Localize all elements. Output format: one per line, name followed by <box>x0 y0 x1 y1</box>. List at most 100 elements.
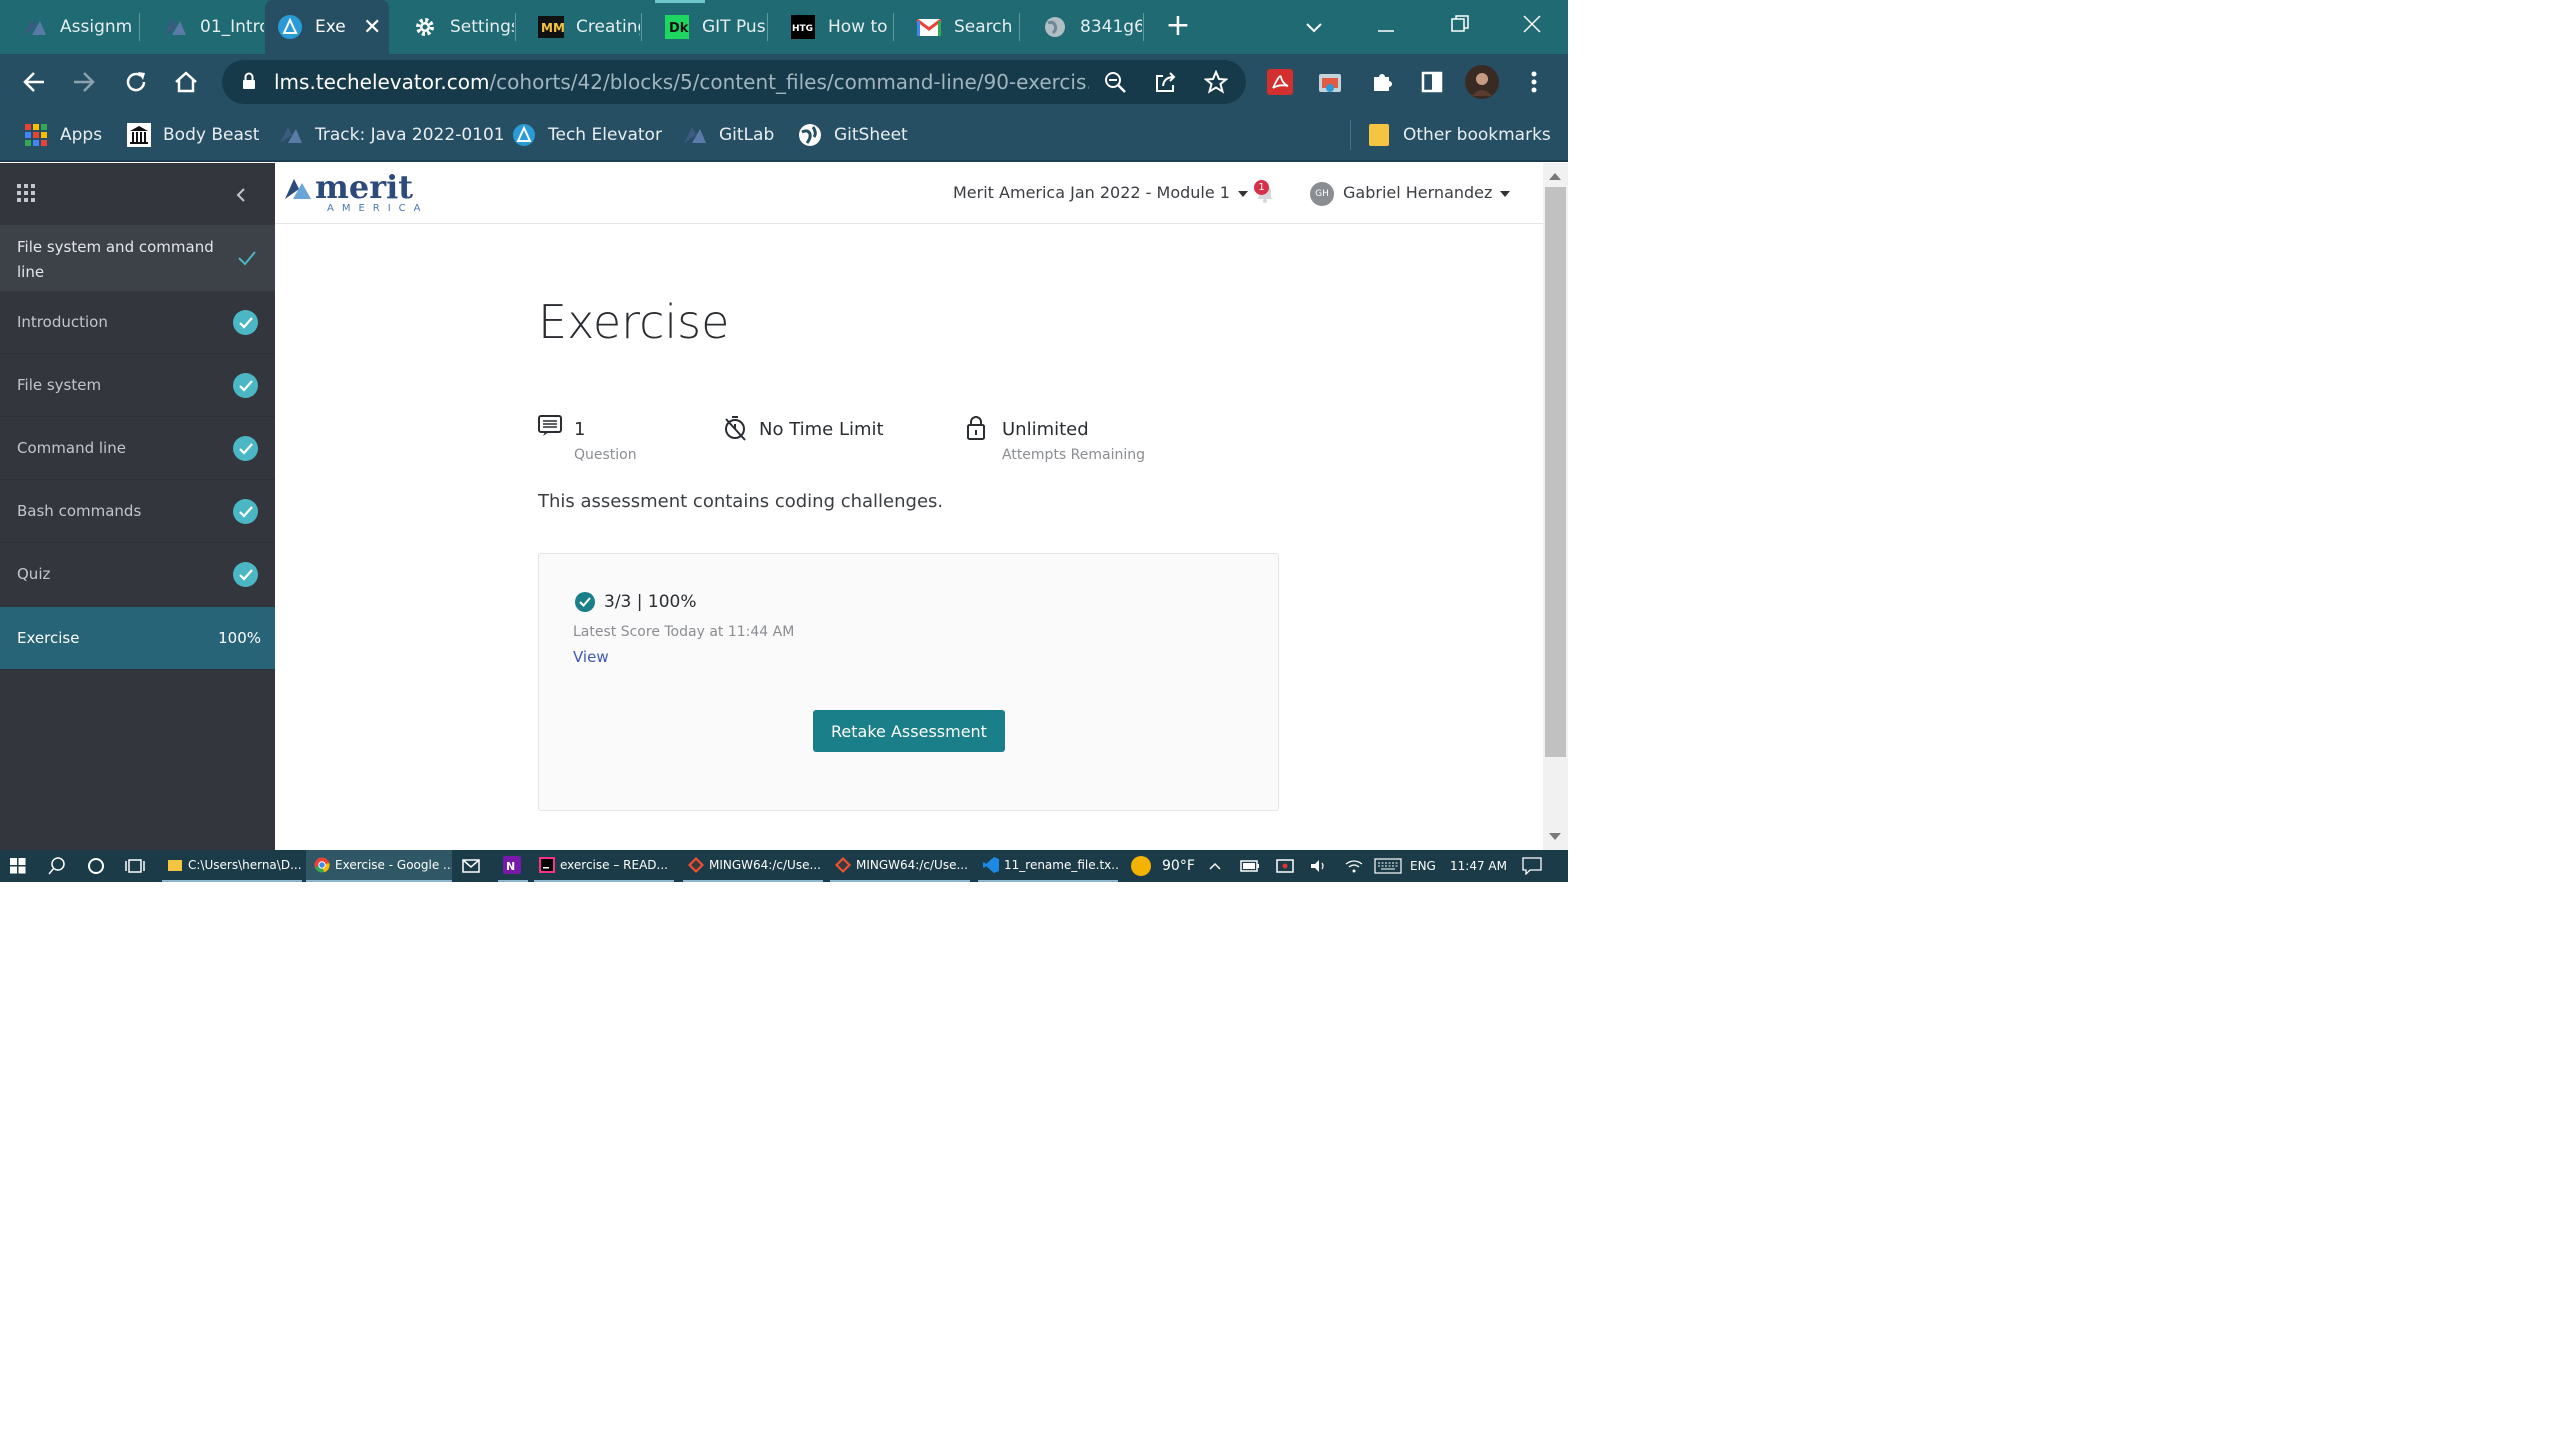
pdf-extension-icon[interactable] <box>1262 64 1298 100</box>
scroll-up-arrow-icon[interactable] <box>1549 173 1561 180</box>
scrollbar-thumb[interactable] <box>1545 187 1566 757</box>
sidebar-item-bash-commands[interactable]: Bash commands <box>0 480 275 543</box>
sidebar-item-command-line[interactable]: Command line <box>0 417 275 480</box>
tech-elevator-circle-icon <box>277 14 303 40</box>
taskbar-app-git-bash-2[interactable]: MINGW64:/c/Use... <box>830 850 970 882</box>
bookmark-label: Other bookmarks <box>1403 125 1551 145</box>
restore-window-icon[interactable] <box>1442 10 1478 42</box>
bookmark-label: GitLab <box>719 125 775 145</box>
new-tab-button[interactable]: + <box>1164 11 1192 41</box>
back-arrow-icon[interactable] <box>16 64 52 100</box>
zoom-icon[interactable] <box>1097 64 1133 100</box>
sidebar-item-introduction[interactable]: Introduction <box>0 291 275 354</box>
user-menu[interactable]: Gabriel Hernandez <box>1343 183 1511 202</box>
bookmark-star-icon[interactable] <box>1198 64 1234 100</box>
tab-intro[interactable]: 01_Intro <box>140 0 264 54</box>
taskbar-app-git-bash-1[interactable]: MINGW64:/c/Use... <box>683 850 823 882</box>
collapse-sidebar-chevron-icon[interactable] <box>236 187 246 206</box>
taskbar-app-explorer[interactable]: C:\Users\herna\D... <box>162 850 302 882</box>
bookmark-gitlab[interactable]: GitLab <box>683 121 774 149</box>
extensions-puzzle-icon[interactable] <box>1364 64 1400 100</box>
tab-creating[interactable]: MM Creating <box>516 0 640 54</box>
task-view-icon[interactable] <box>125 850 145 882</box>
question-list-icon <box>538 415 562 441</box>
browser-menu-icon[interactable] <box>1516 64 1552 100</box>
forward-arrow-icon[interactable] <box>66 64 102 100</box>
reload-icon[interactable] <box>118 64 154 100</box>
onenote-icon[interactable]: N <box>498 850 528 882</box>
scroll-down-arrow-icon[interactable] <box>1549 833 1561 840</box>
volume-icon[interactable] <box>1310 850 1328 882</box>
mm-logo-icon: MM <box>538 14 564 40</box>
tech-elevator-circle-icon <box>512 123 536 147</box>
cortana-icon[interactable] <box>87 850 105 882</box>
weather-widget[interactable]: 90°F <box>1130 850 1195 882</box>
grid-menu-icon[interactable] <box>17 184 35 206</box>
sidebar-item-label: Bash commands <box>17 502 142 520</box>
bookmark-apps[interactable]: Apps <box>24 121 102 149</box>
attempts-value: Unlimited <box>1002 419 1089 440</box>
address-bar[interactable]: lms.techelevator.com/cohorts/42/blocks/5… <box>222 60 1246 104</box>
tab-search[interactable]: Search <box>894 0 1018 54</box>
bookmark-track-java[interactable]: Track: Java 2022-0101 <box>279 121 505 149</box>
tab-divider <box>1143 13 1144 41</box>
taskbar-app-vscode[interactable]: 11_rename_file.tx... <box>978 850 1118 882</box>
close-tab-icon[interactable]: ✕ <box>363 15 381 40</box>
user-avatar[interactable]: GH <box>1310 182 1334 206</box>
sidebar-section-title[interactable]: File system and command line <box>0 225 275 291</box>
search-icon[interactable] <box>48 850 66 882</box>
side-panel-icon[interactable] <box>1414 64 1450 100</box>
google-drive-extension-icon[interactable] <box>1312 64 1348 100</box>
home-icon[interactable] <box>168 64 204 100</box>
taskbar-app-intellij[interactable]: exercise – READ... <box>534 850 674 882</box>
taskbar-app-label: MINGW64:/c/Use... <box>709 858 821 872</box>
view-submission-link[interactable]: View <box>573 648 609 666</box>
input-language[interactable]: ENG <box>1410 850 1436 882</box>
taskbar-app-chrome[interactable]: Exercise - Google ... <box>306 850 452 882</box>
complete-check-icon <box>233 373 258 398</box>
section-title-label: File system and command line <box>17 238 214 281</box>
sidebar-item-quiz[interactable]: Quiz <box>0 543 275 606</box>
minimize-window-icon[interactable] <box>1368 10 1404 42</box>
success-check-icon <box>575 592 595 612</box>
taskbar-app-label: exercise – READ... <box>560 858 668 872</box>
tab-settings[interactable]: Settings <box>390 0 514 54</box>
tab-search-chevron-icon[interactable] <box>1296 10 1332 42</box>
windows-taskbar: C:\Users\herna\D... Exercise - Google ..… <box>0 850 1568 882</box>
wifi-icon[interactable] <box>1345 850 1363 882</box>
tab-exercise[interactable]: Exer ✕ <box>265 0 389 54</box>
profile-avatar-icon[interactable] <box>1464 64 1500 100</box>
page-scrollbar[interactable] <box>1543 163 1568 850</box>
svg-text:Dk: Dk <box>669 21 689 36</box>
tab-assignments[interactable]: Assignm <box>0 0 138 54</box>
notifications-icon[interactable] <box>1522 850 1542 882</box>
windows-start-icon[interactable] <box>10 850 26 882</box>
vscode-icon <box>983 857 999 873</box>
tab-8341g6[interactable]: 8341g6 <box>1020 0 1142 54</box>
complete-check-icon <box>233 436 258 461</box>
tab-git-push[interactable]: Dk GIT Pus <box>642 0 766 54</box>
folder-icon <box>1367 123 1391 147</box>
merit-america-logo[interactable]: merit AMERICA <box>285 168 425 219</box>
share-icon[interactable] <box>1148 64 1184 100</box>
tab-how-to[interactable]: HTG How to <box>768 0 892 54</box>
sidebar-item-exercise[interactable]: Exercise 100% <box>0 607 275 670</box>
clock-time[interactable]: 11:47 AM <box>1450 850 1507 882</box>
module-selector[interactable]: Merit America Jan 2022 - Module 1 <box>953 183 1248 202</box>
battery-icon[interactable] <box>1240 850 1260 882</box>
tray-overflow-chevron-icon[interactable] <box>1209 850 1221 882</box>
mail-icon[interactable] <box>462 850 480 882</box>
retake-assessment-button[interactable]: Retake Assessment <box>813 710 1005 752</box>
lock-icon[interactable] <box>242 72 256 94</box>
close-window-icon[interactable] <box>1514 10 1550 42</box>
question-count-label: Question <box>574 447 637 463</box>
sidebar-item-file-system[interactable]: File system <box>0 354 275 417</box>
bookmark-tech-elevator[interactable]: Tech Elevator <box>512 121 662 149</box>
bookmark-other[interactable]: Other bookmarks <box>1367 121 1551 149</box>
bookmark-body-beast[interactable]: Body Beast <box>127 121 259 149</box>
bookmark-gitsheet[interactable]: GitSheet <box>798 121 908 149</box>
screen-icon[interactable] <box>1276 850 1294 882</box>
te-logo-icon <box>162 14 188 40</box>
question-count-value: 1 <box>574 419 586 440</box>
keyboard-icon[interactable] <box>1374 850 1402 882</box>
